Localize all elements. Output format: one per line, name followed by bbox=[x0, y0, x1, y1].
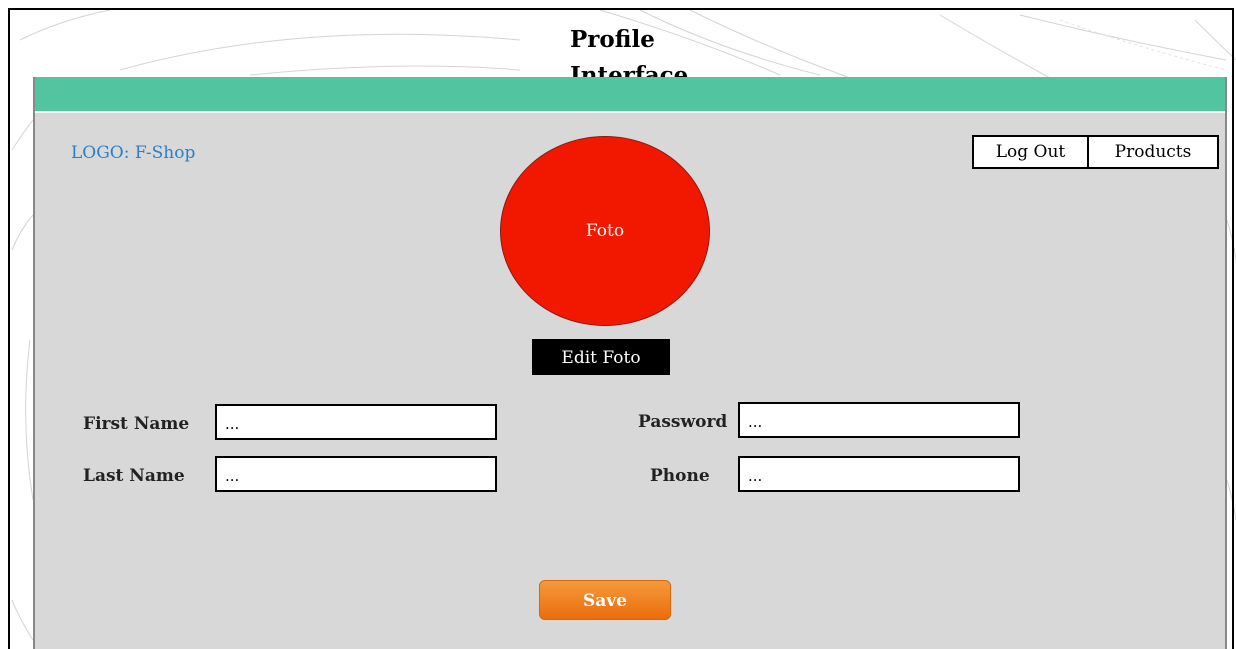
window-title-bar bbox=[35, 77, 1225, 113]
profile-photo-label: Foto bbox=[585, 221, 625, 241]
password-label: Password bbox=[638, 412, 728, 432]
profile-photo: Foto bbox=[500, 136, 710, 326]
phone-label: Phone bbox=[650, 466, 710, 486]
log-out-button[interactable]: Log Out bbox=[972, 135, 1089, 169]
profile-window: LOGO: F-Shop Log Out Products Foto Edit … bbox=[33, 77, 1227, 649]
logo: LOGO: F-Shop bbox=[71, 143, 196, 163]
products-button[interactable]: Products bbox=[1089, 135, 1219, 169]
phone-input[interactable] bbox=[738, 456, 1020, 492]
last-name-label: Last Name bbox=[83, 466, 185, 486]
save-button[interactable]: Save bbox=[539, 580, 671, 620]
last-name-input[interactable] bbox=[215, 456, 497, 492]
top-navigation: Log Out Products bbox=[972, 135, 1219, 169]
password-input[interactable] bbox=[738, 402, 1020, 438]
first-name-input[interactable] bbox=[215, 404, 497, 440]
edit-photo-button[interactable]: Edit Foto bbox=[532, 339, 670, 375]
first-name-label: First Name bbox=[83, 414, 190, 434]
presentation-slide: Profile Interface LOGO: F-Shop Log Out P… bbox=[0, 0, 1236, 649]
